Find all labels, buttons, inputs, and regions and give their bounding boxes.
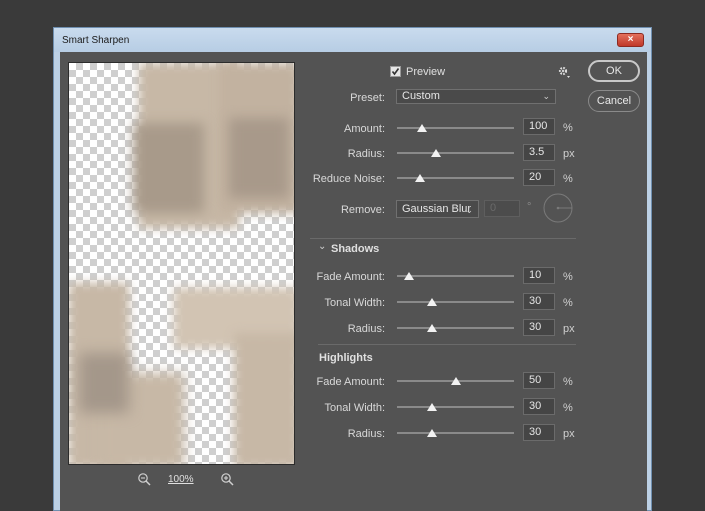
highlights-fade-slider-thumb[interactable] [450, 377, 461, 385]
chevron-down-icon: ⌄ [542, 91, 550, 101]
shadows-tonal-label: Tonal Width: [324, 297, 385, 309]
fur-patch [79, 353, 129, 413]
shadows-tonal-slider[interactable] [397, 301, 514, 303]
remove-label: Remove: [340, 204, 385, 216]
preview-label: Preview [406, 66, 446, 78]
radius-field[interactable]: 3.5 [523, 144, 555, 161]
reduce-noise-label: Reduce Noise: [312, 173, 385, 185]
angle-unit: ° [527, 201, 532, 213]
dialog-body: 100% Preview OK Cancel Preset: Custom ⌄ … [60, 52, 647, 511]
shadows-fade-slider[interactable] [397, 275, 514, 277]
preset-select[interactable]: Custom ⌄ [396, 89, 556, 104]
shadows-radius-slider[interactable] [397, 327, 514, 329]
fur-patch [229, 118, 289, 198]
shadows-fade-slider-thumb[interactable] [403, 272, 414, 280]
highlights-fade-label: Fade Amount: [316, 376, 386, 388]
shadows-fade-unit: % [563, 271, 573, 283]
title-bar: Smart Sharpen × [54, 28, 651, 52]
reduce-noise-slider-thumb[interactable] [415, 174, 426, 182]
zoom-level: 100% [168, 474, 194, 485]
chevron-down-icon: ⌄ [465, 205, 473, 215]
reduce-noise-unit: % [563, 173, 573, 185]
zoom-out-icon[interactable] [137, 472, 151, 486]
shadows-tonal-unit: % [563, 297, 573, 309]
shadows-heading: Shadows [331, 243, 380, 255]
amount-slider[interactable] [397, 127, 514, 129]
amount-field[interactable]: 100 [523, 118, 555, 135]
highlights-radius-label: Radius: [347, 428, 385, 440]
highlights-tonal-unit: % [563, 402, 573, 414]
angle-field[interactable]: 0 [484, 200, 520, 217]
highlights-fade-field[interactable]: 50 [523, 372, 555, 389]
fur-patch [234, 333, 294, 464]
shadows-radius-slider-thumb[interactable] [427, 324, 438, 332]
shadows-radius-unit: px [563, 323, 575, 335]
close-button[interactable]: × [617, 33, 644, 47]
amount-unit: % [563, 122, 573, 134]
preview-checkbox[interactable] [390, 66, 401, 77]
preview-image[interactable] [68, 62, 295, 465]
reduce-noise-field[interactable]: 20 [523, 169, 555, 186]
shadows-collapse-icon[interactable]: ⌄ [318, 241, 326, 252]
highlights-heading: Highlights [319, 352, 373, 364]
section-divider [310, 238, 576, 239]
shadows-radius-label: Radius: [347, 323, 385, 335]
preset-label: Preset: [350, 92, 385, 104]
radius-slider[interactable] [397, 152, 514, 154]
smart-sharpen-dialog: Smart Sharpen × 100% Preview OK Cancel P… [53, 27, 652, 511]
shadows-fade-field[interactable]: 10 [523, 267, 555, 284]
amount-label: Amount: [344, 123, 385, 135]
preset-value: Custom [402, 90, 440, 102]
fur-patch [134, 123, 204, 213]
highlights-radius-slider[interactable] [397, 432, 514, 434]
highlights-tonal-slider[interactable] [397, 406, 514, 408]
shadows-fade-label: Fade Amount: [316, 271, 386, 283]
remove-select[interactable]: Gaussian Blur ⌄ [396, 200, 479, 218]
cancel-button[interactable]: Cancel [588, 90, 640, 112]
radius-slider-thumb[interactable] [430, 149, 441, 157]
highlights-radius-field[interactable]: 30 [523, 424, 555, 441]
highlights-tonal-label: Tonal Width: [324, 402, 385, 414]
ok-button[interactable]: OK [588, 60, 640, 82]
angle-dial[interactable] [542, 192, 574, 227]
highlights-fade-unit: % [563, 376, 573, 388]
zoom-in-icon[interactable] [220, 472, 234, 486]
shadows-tonal-field[interactable]: 30 [523, 293, 555, 310]
window-title: Smart Sharpen [62, 35, 130, 46]
gear-icon[interactable] [557, 65, 571, 82]
section-divider [318, 344, 576, 345]
highlights-radius-slider-thumb[interactable] [427, 429, 438, 437]
highlights-tonal-slider-thumb[interactable] [427, 403, 438, 411]
highlights-radius-unit: px [563, 428, 575, 440]
radius-label: Radius: [347, 148, 385, 160]
shadows-radius-field[interactable]: 30 [523, 319, 555, 336]
amount-slider-thumb[interactable] [416, 124, 427, 132]
highlights-tonal-field[interactable]: 30 [523, 398, 555, 415]
remove-value: Gaussian Blur [402, 203, 472, 215]
shadows-tonal-slider-thumb[interactable] [427, 298, 438, 306]
radius-unit: px [563, 148, 575, 160]
